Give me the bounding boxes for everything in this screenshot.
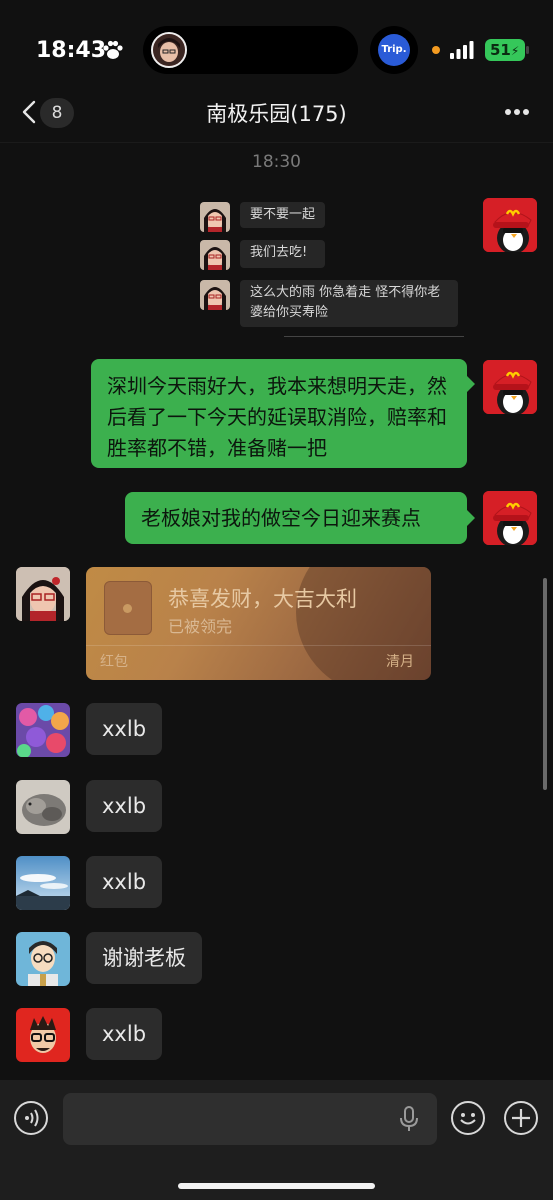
microphone-icon[interactable] xyxy=(400,1106,418,1132)
my-avatar[interactable] xyxy=(483,360,537,414)
trip-app-indicator[interactable]: Trip. xyxy=(370,26,418,74)
quoted-message: 要不要一起 xyxy=(240,202,325,228)
back-chevron-icon[interactable] xyxy=(20,100,38,124)
red-packet-title: 恭喜发财，大吉大利 xyxy=(168,587,357,611)
bubble-tail xyxy=(467,376,475,392)
status-time: 18:43 xyxy=(36,38,107,63)
sent-message-bubble[interactable]: 深圳今天雨好大，我本来想明天走，然后看了一下今天的延误取消险，赔率和胜率都不错，… xyxy=(91,359,467,468)
message-input-field[interactable] xyxy=(63,1093,437,1145)
status-bar: 18:43 Trip. 51⚡ xyxy=(0,0,553,90)
red-glasses-avatar[interactable] xyxy=(16,1008,70,1062)
received-message-bubble[interactable]: xxlb xyxy=(86,780,163,832)
trip-label: Trip. xyxy=(378,34,410,66)
chat-header: 南极乐园(175) 8 xyxy=(0,90,553,134)
voice-input-icon[interactable] xyxy=(14,1101,48,1135)
charging-bolt-icon: ⚡ xyxy=(510,44,520,58)
received-message-bubble[interactable]: xxlb xyxy=(86,1008,163,1060)
battery-tip xyxy=(526,46,529,54)
message-timestamp: 18:30 xyxy=(252,152,301,172)
chat-scrollbar[interactable] xyxy=(543,578,547,790)
sky-lake-avatar[interactable] xyxy=(16,856,70,910)
received-message-bubble[interactable]: 谢谢老板 xyxy=(86,932,202,984)
battery-level: 51 xyxy=(490,41,511,59)
red-envelope-icon xyxy=(104,581,152,635)
received-message-bubble[interactable]: xxlb xyxy=(86,856,163,908)
my-avatar[interactable] xyxy=(483,491,537,545)
cat-avatar[interactable] xyxy=(16,780,70,834)
quoted-avatar-girl xyxy=(200,240,230,270)
add-plus-icon[interactable] xyxy=(504,1101,538,1135)
quoted-message: 这么大的雨 你急着走 怪不得你老婆给你买寿险 xyxy=(240,280,458,327)
red-packet-status: 已被领完 xyxy=(168,617,233,636)
island-avatar xyxy=(151,32,187,68)
message-input-bar xyxy=(0,1080,553,1200)
unread-count-badge[interactable]: 8 xyxy=(40,98,74,128)
cartoon-boy-avatar[interactable] xyxy=(16,932,70,986)
home-indicator[interactable] xyxy=(178,1183,375,1189)
quoted-avatar-girl xyxy=(200,280,230,310)
colorful-balloons-avatar[interactable] xyxy=(16,703,70,757)
more-options-icon[interactable] xyxy=(504,108,530,116)
chat-title: 南极乐园(175) xyxy=(206,102,347,126)
bubble-tail xyxy=(467,510,475,526)
sender-avatar-qingyue[interactable] xyxy=(16,567,70,621)
emoji-icon[interactable] xyxy=(451,1101,485,1135)
paw-icon xyxy=(103,40,123,59)
dynamic-island[interactable] xyxy=(143,26,358,74)
packet-divider xyxy=(86,645,431,646)
received-message-bubble[interactable]: xxlb xyxy=(86,703,163,755)
battery-indicator: 51⚡ xyxy=(485,39,525,61)
red-packet-sender: 清月 xyxy=(386,654,414,670)
quote-separator xyxy=(284,336,464,337)
red-packet-label: 红包 xyxy=(100,654,128,670)
quoted-avatar-girl xyxy=(200,202,230,232)
sent-message-bubble[interactable]: 老板娘对我的做空今日迎来赛点 xyxy=(125,492,467,544)
my-avatar[interactable] xyxy=(483,198,537,252)
quoted-message: 我们去吃! xyxy=(240,240,325,268)
signal-icon xyxy=(450,41,474,59)
red-packet-card[interactable]: 恭喜发财，大吉大利 已被领完 红包 清月 xyxy=(86,567,431,680)
header-divider xyxy=(0,142,553,143)
privacy-dot-icon xyxy=(432,46,440,54)
